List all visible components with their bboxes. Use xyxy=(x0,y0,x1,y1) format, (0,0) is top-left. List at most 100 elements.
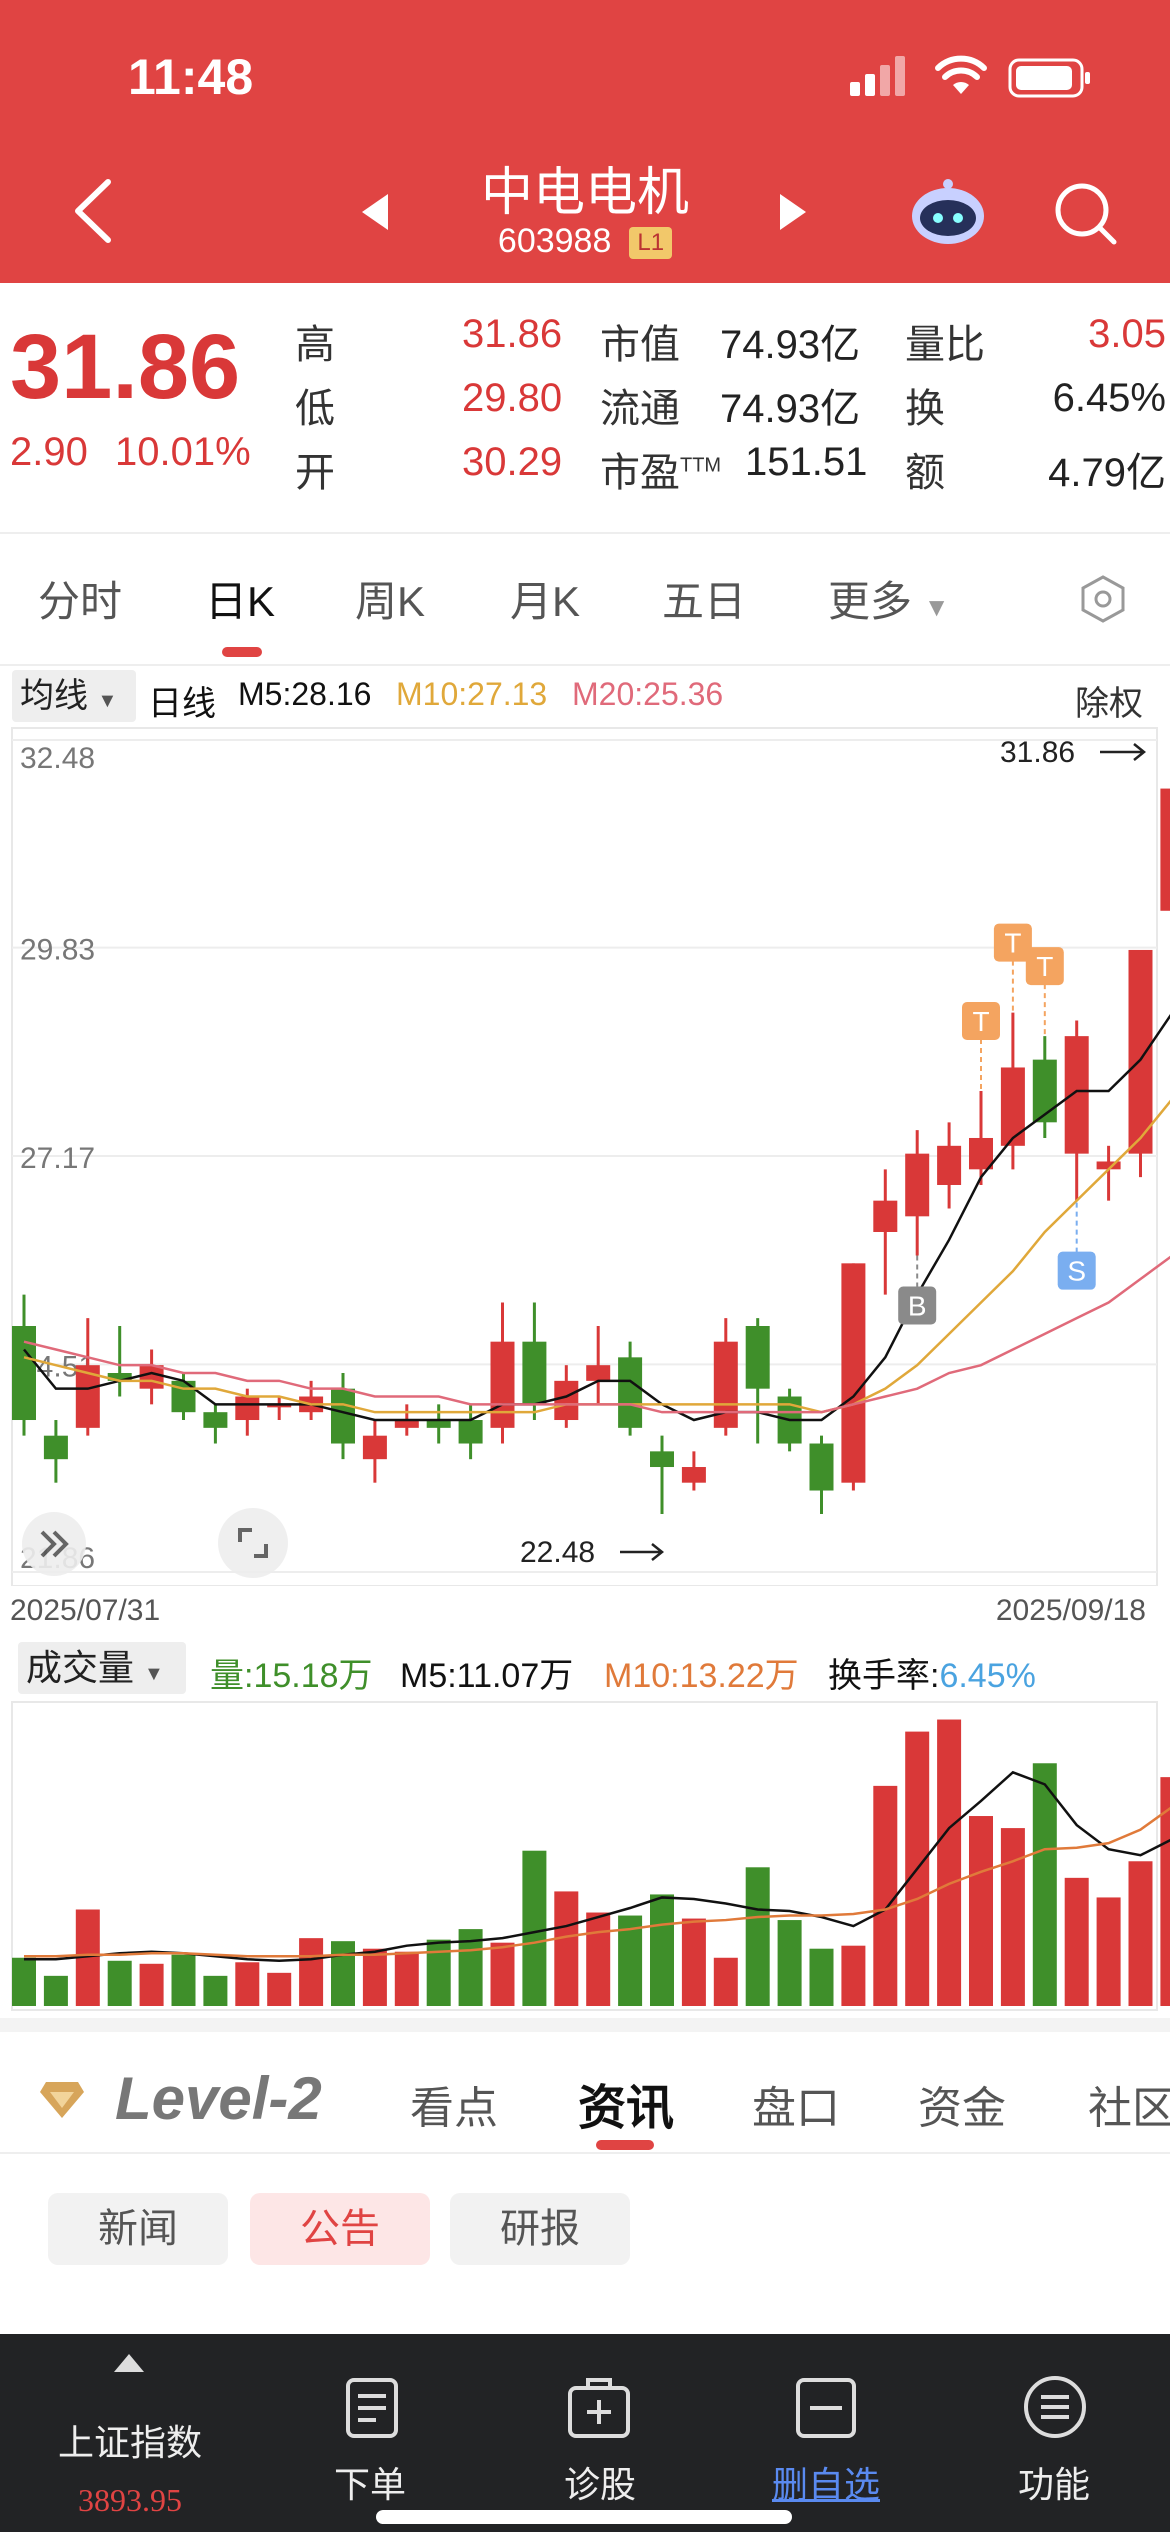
chart-start-date: 2025/07/31 xyxy=(10,1594,161,1627)
tab-more[interactable]: 更多 ▼ xyxy=(828,568,949,629)
divider xyxy=(0,2152,1170,2154)
fullscreen-icon xyxy=(238,1528,268,1558)
open-label: 开 xyxy=(295,451,335,495)
app-header: 11:48 中电电机 603988 L1 xyxy=(0,0,1170,283)
ma-dropdown[interactable]: 均线 ▼ xyxy=(12,670,136,722)
candle-body xyxy=(235,1396,260,1421)
chip-news[interactable]: 新闻 xyxy=(48,2193,228,2265)
candle-body xyxy=(650,1451,674,1468)
level2-brand[interactable]: Level-2 xyxy=(115,2064,322,2133)
diamond-icon xyxy=(40,2082,84,2118)
caret-up-icon xyxy=(114,2354,144,2372)
volume-ratio-value: 3.05 xyxy=(1088,312,1166,356)
amount-value: 4.79亿 xyxy=(1048,451,1166,495)
candle-body xyxy=(1128,949,1153,1154)
candle-body xyxy=(554,1380,579,1421)
function-button[interactable]: 功能 xyxy=(984,2456,1124,2508)
index-value: 3893.95 xyxy=(78,2482,182,2518)
candle-body xyxy=(586,1365,611,1381)
tab-highlights[interactable]: 看点 xyxy=(410,2072,498,2136)
turnover-value: 6.45% xyxy=(1052,376,1166,420)
ma-period-label: 日线 xyxy=(148,685,216,723)
trade-marker-label: T xyxy=(972,1006,989,1037)
volume-bar xyxy=(522,1850,547,2006)
volume-bar xyxy=(331,1941,355,2006)
arrow-right-icon xyxy=(620,1543,665,1561)
battery-icon xyxy=(1008,58,1090,98)
trade-marker-label: T xyxy=(1004,928,1021,959)
candle-body xyxy=(1160,788,1170,911)
bottom-toolbar: 上证指数 3893.95 下单 诊股 删自选 功能 xyxy=(0,2334,1170,2532)
volume-ratio-label: 量比 xyxy=(905,323,985,367)
stock-title: 中电电机 xyxy=(480,164,689,222)
trade-marker-label: B xyxy=(908,1290,927,1321)
order-button[interactable]: 下单 xyxy=(300,2456,440,2508)
robot-assistant-icon[interactable] xyxy=(908,176,988,246)
float-value: 74.93亿 xyxy=(720,387,861,431)
high-label: 高 xyxy=(295,323,335,367)
min-price-label: 22.48 xyxy=(520,1536,595,1569)
home-indicator xyxy=(376,2510,792,2524)
volume-chart[interactable] xyxy=(0,1700,1170,2012)
volume-bar xyxy=(841,1945,866,2006)
max-price-label: 31.86 xyxy=(1000,736,1075,769)
status-time: 11:48 xyxy=(128,49,254,105)
last-price: 31.86 xyxy=(10,316,241,418)
volume-bar xyxy=(937,1719,962,2006)
low-value: 29.80 xyxy=(462,376,563,420)
candle-body xyxy=(681,1467,706,1483)
tab-monthly-k[interactable]: 月K xyxy=(510,568,580,629)
tab-daily-k[interactable]: 日K xyxy=(205,568,275,629)
chip-research[interactable]: 研报 xyxy=(450,2193,630,2265)
remove-watchlist-button[interactable]: 删自选 xyxy=(756,2456,896,2508)
candle-body xyxy=(937,1145,962,1185)
candle-body xyxy=(490,1341,515,1428)
tab-community[interactable]: 社区 xyxy=(1088,2072,1170,2136)
volume-bar xyxy=(1128,1861,1153,2006)
high-value: 31.86 xyxy=(462,312,563,356)
amount-label: 额 xyxy=(905,451,945,495)
trade-marker-label: T xyxy=(1036,951,1053,982)
expand-left-button[interactable] xyxy=(22,1512,86,1576)
divider xyxy=(0,532,1170,534)
indicator-dropdown[interactable]: 成交量 ▼ xyxy=(18,1642,186,1694)
tab-capital[interactable]: 资金 xyxy=(918,2072,1006,2136)
pe-value: 151.51 xyxy=(745,440,868,484)
wifi-icon xyxy=(935,55,987,94)
adjust-toggle[interactable]: 除权 xyxy=(1075,676,1143,725)
ma10-value: M10:27.13 xyxy=(396,676,548,712)
volume-bar xyxy=(203,1975,228,2006)
candle-body xyxy=(809,1443,834,1491)
fullscreen-button[interactable] xyxy=(218,1508,288,1578)
tab-weekly-k[interactable]: 周K xyxy=(355,568,425,629)
candle-body xyxy=(1000,1067,1025,1146)
next-stock-icon[interactable] xyxy=(778,192,808,232)
tab-five-day[interactable]: 五日 xyxy=(662,568,746,629)
level-badge: L1 xyxy=(629,227,673,260)
volume-bar xyxy=(873,1785,898,2006)
index-name[interactable]: 上证指数 xyxy=(40,2414,220,2466)
diagnose-icon xyxy=(568,2378,630,2438)
volume-bar xyxy=(1064,1877,1089,2006)
volume-bar xyxy=(362,1948,387,2006)
candle-body xyxy=(331,1388,355,1444)
volume-bar xyxy=(650,1894,674,2006)
volume-bar xyxy=(681,1918,706,2006)
settings-hex-icon[interactable] xyxy=(1078,574,1128,624)
volume-bar xyxy=(1000,1828,1025,2006)
search-icon[interactable] xyxy=(1052,180,1118,246)
candle-body xyxy=(203,1412,228,1428)
candle-body xyxy=(745,1326,770,1389)
order-icon xyxy=(346,2378,398,2438)
volume-bar xyxy=(394,1951,419,2006)
candlestick-chart[interactable]: 32.4829.8327.1724.5121.86 BTTTS 31.8622.… xyxy=(0,726,1170,1586)
vol-ma10-value: M10:13.22万 xyxy=(604,1657,799,1695)
tab-order-book[interactable]: 盘口 xyxy=(752,2072,840,2136)
tab-intraday[interactable]: 分时 xyxy=(38,568,122,629)
tab-news[interactable]: 资讯 xyxy=(578,2068,674,2138)
volume-bar xyxy=(809,1948,834,2006)
candle-body xyxy=(618,1357,643,1428)
chip-announcements[interactable]: 公告 xyxy=(250,2193,430,2265)
stock-code-line: 603988 L1 xyxy=(0,222,1170,261)
diagnose-button[interactable]: 诊股 xyxy=(530,2456,670,2508)
